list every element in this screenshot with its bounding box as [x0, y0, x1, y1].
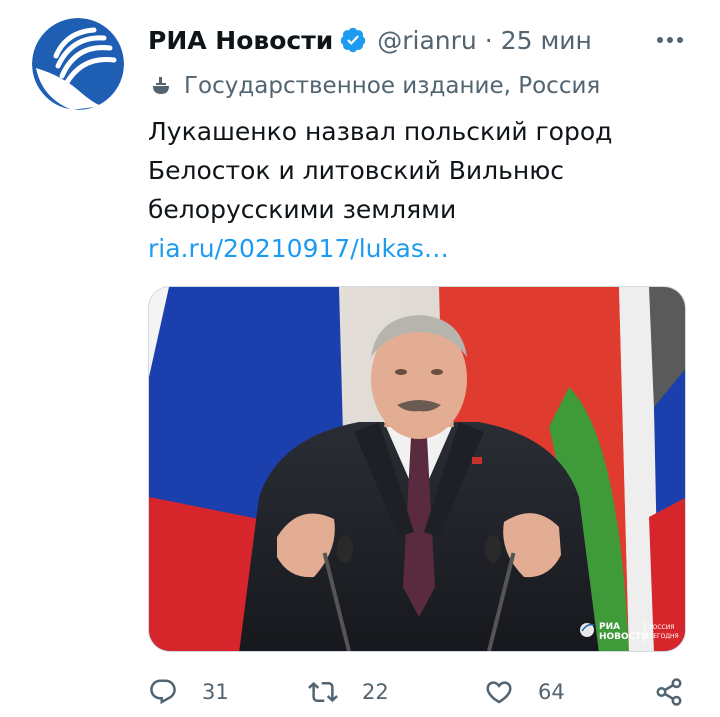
- retweet-count: 22: [362, 680, 389, 704]
- watermark-badge-2: СЕГОДНЯ: [649, 633, 679, 640]
- state-media-icon: [153, 77, 169, 94]
- reply-icon: [150, 679, 176, 705]
- tweet-card[interactable]: РИА Новости @rianru · 25 мин Государстве…: [0, 0, 720, 717]
- more-options-button[interactable]: [652, 30, 688, 50]
- tweet-header: РИА Новости @rianru · 25 мин: [148, 22, 592, 58]
- heart-icon: [486, 681, 512, 704]
- separator-dot: ·: [484, 25, 493, 55]
- ria-logo-icon: [32, 18, 124, 110]
- watermark-text-1: РИА: [599, 622, 620, 632]
- retweet-button[interactable]: 22: [308, 672, 389, 712]
- tweet-timestamp[interactable]: 25 мин: [501, 26, 592, 55]
- tweet-text-line: Лукашенко назвал польский город: [148, 117, 613, 146]
- avatar[interactable]: [32, 18, 124, 110]
- state-media-label-text[interactable]: Государственное издание, Россия: [184, 73, 600, 99]
- tweet-text: Лукашенко назвал польский город Белосток…: [148, 112, 688, 268]
- like-count: 64: [538, 680, 565, 704]
- verified-badge-icon: [340, 27, 366, 53]
- retweet-icon: [308, 681, 338, 703]
- tweet-media-image[interactable]: РИА НОВОСТИ РОССИЯ СЕГОДНЯ: [148, 286, 686, 652]
- tweet-text-line: белорусскими землями: [148, 195, 457, 224]
- tweet-text-line: Белосток и литовский Вильнюс: [148, 156, 565, 185]
- author-handle[interactable]: @rianru: [377, 26, 477, 55]
- reply-count: 31: [202, 680, 229, 704]
- ria-watermark-logo-icon: [580, 623, 595, 637]
- share-icon: [656, 678, 682, 706]
- watermark-badge-1: РОССИЯ: [649, 624, 674, 631]
- media-photo: РИА НОВОСТИ РОССИЯ СЕГОДНЯ: [149, 287, 685, 651]
- share-button[interactable]: [654, 672, 684, 712]
- like-button[interactable]: 64: [484, 672, 565, 712]
- tweet-link[interactable]: ria.ru/20210917/lukas…: [148, 234, 449, 263]
- reply-button[interactable]: 31: [148, 672, 229, 712]
- display-name[interactable]: РИА Новости: [148, 26, 333, 55]
- more-horizontal-icon: [657, 37, 683, 43]
- watermark-text-2: НОВОСТИ: [599, 632, 649, 642]
- tweet-actions: 31 22 64: [148, 672, 688, 712]
- state-media-label: Государственное издание, Россия: [150, 70, 600, 102]
